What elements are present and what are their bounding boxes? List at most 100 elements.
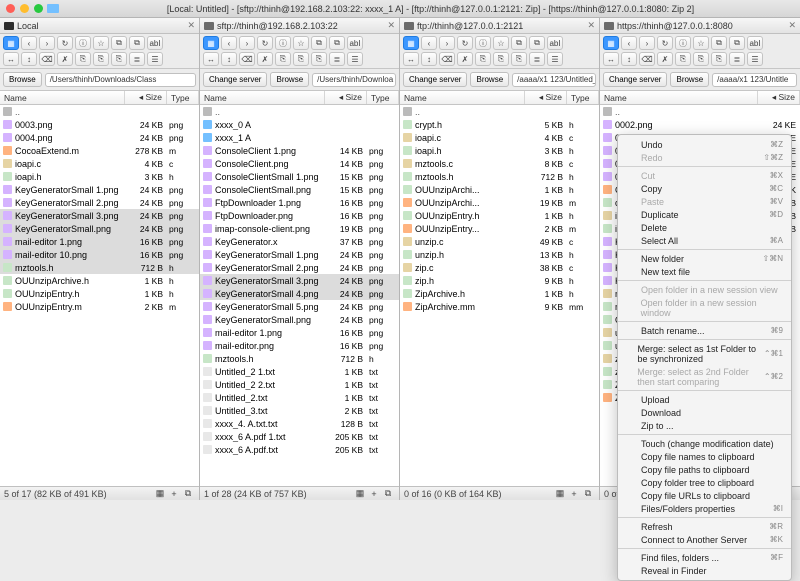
toolbar-btn-5[interactable]: ⧉ — [311, 36, 327, 50]
view-mode-button[interactable]: ▦ — [403, 36, 419, 50]
file-list[interactable]: ..0003.png24 KBpng0004.png24 KBpngCocoaE… — [0, 105, 199, 486]
file-row[interactable]: mail-editor 10.png16 KBpng — [0, 248, 199, 261]
view-mode-button[interactable]: ▦ — [603, 36, 619, 50]
column-header-row[interactable]: Name◂ SizeType — [200, 91, 399, 105]
file-row[interactable]: ConsoleClient 1.png14 KBpng — [200, 144, 399, 157]
toolbar-btn2-3[interactable]: ✗ — [57, 52, 73, 66]
toolbar-btn2-0[interactable]: ↔ — [603, 52, 619, 66]
status-btn-3[interactable]: ⧉ — [181, 488, 195, 499]
path-field[interactable]: /Users/thinh/Downloads/Class — [45, 73, 196, 87]
toolbar-btn-2[interactable]: ↻ — [657, 36, 673, 50]
path-field[interactable]: /aaaa/x1 123/Untitle — [712, 73, 797, 87]
file-row[interactable]: KeyGeneratorSmall 1.png24 KBpng — [200, 248, 399, 261]
column-header-row[interactable]: Name◂ Size — [600, 91, 800, 105]
toolbar-btn-7[interactable]: abI — [547, 36, 563, 50]
toolbar-btn2-4[interactable]: ⎘ — [75, 52, 91, 66]
toolbar-btn2-7[interactable]: ≣ — [329, 52, 345, 66]
file-row[interactable]: KeyGeneratorSmall 3.png24 KBpng — [0, 209, 199, 222]
status-btn-3[interactable]: ⧉ — [381, 488, 395, 499]
file-row[interactable]: mail-editor 1.png16 KBpng — [200, 326, 399, 339]
toolbar-btn-3[interactable]: ⓘ — [475, 36, 491, 50]
menu-item[interactable]: Copy file names to clipboard — [618, 450, 791, 463]
status-btn-2[interactable]: + — [567, 489, 581, 499]
menu-item[interactable]: Copy⌘C — [618, 182, 791, 195]
path-button[interactable]: Browse — [3, 72, 42, 87]
col-name[interactable]: Name — [600, 91, 758, 104]
file-row[interactable]: zip.c38 KBc — [400, 261, 599, 274]
col-name[interactable]: Name — [0, 91, 125, 104]
file-row[interactable]: ioapi.h3 KBh — [400, 144, 599, 157]
toolbar-btn2-5[interactable]: ⎘ — [493, 52, 509, 66]
file-row[interactable]: mztools.h712 Bh — [400, 170, 599, 183]
file-row[interactable]: KeyGeneratorSmall 2.png24 KBpng — [200, 261, 399, 274]
toolbar-btn-1[interactable]: › — [439, 36, 455, 50]
toolbar-btn2-0[interactable]: ↔ — [403, 52, 419, 66]
file-list[interactable]: ..crypt.h5 KBhioapi.c4 KBcioapi.h3 KBhmz… — [400, 105, 599, 486]
pane-tab[interactable]: sftp://thinh@192.168.2.103:22✕ — [200, 18, 399, 34]
file-row[interactable]: OUUnzipEntry.h1 KBh — [0, 287, 199, 300]
file-row[interactable]: KeyGeneratorSmall.png24 KBpng — [200, 313, 399, 326]
file-row[interactable]: mztools.h712 Bh — [0, 261, 199, 274]
menu-item[interactable]: Download — [618, 406, 791, 419]
toolbar-btn-4[interactable]: ☆ — [93, 36, 109, 50]
col-name[interactable]: Name — [200, 91, 325, 104]
close-window-button[interactable] — [6, 4, 15, 13]
toolbar-btn-3[interactable]: ⓘ — [275, 36, 291, 50]
file-row[interactable]: Untitled_2.txt1 KBtxt — [200, 391, 399, 404]
file-row[interactable]: KeyGeneratorSmall 5.png24 KBpng — [200, 300, 399, 313]
file-row[interactable]: OUUnzipArchi...1 KBh — [400, 183, 599, 196]
toolbar-btn2-3[interactable]: ✗ — [457, 52, 473, 66]
toolbar-btn-1[interactable]: › — [39, 36, 55, 50]
file-row[interactable]: 0004.png24 KBpng — [0, 131, 199, 144]
view-mode-button[interactable]: ▦ — [3, 36, 19, 50]
pane-tab[interactable]: Local✕ — [0, 18, 199, 34]
toolbar-btn-3[interactable]: ⓘ — [675, 36, 691, 50]
path-button[interactable]: Browse — [270, 72, 309, 87]
menu-item[interactable]: Copy file URLs to clipboard — [618, 489, 791, 502]
file-row[interactable]: ZipArchive.h1 KBh — [400, 287, 599, 300]
toolbar-btn2-6[interactable]: ⎘ — [111, 52, 127, 66]
toolbar-btn-4[interactable]: ☆ — [693, 36, 709, 50]
col-type[interactable]: Type — [367, 91, 399, 104]
file-row[interactable]: OUUnzipEntry.m2 KBm — [0, 300, 199, 313]
toolbar-btn2-6[interactable]: ⎘ — [711, 52, 727, 66]
toolbar-btn-1[interactable]: › — [239, 36, 255, 50]
menu-item[interactable]: Duplicate⌘D — [618, 208, 791, 221]
file-row[interactable]: zip.h9 KBh — [400, 274, 599, 287]
status-btn-1[interactable]: ▦ — [353, 488, 367, 499]
col-size[interactable]: ◂ Size — [525, 91, 567, 104]
toolbar-btn-7[interactable]: abI — [347, 36, 363, 50]
menu-item[interactable]: Undo⌘Z — [618, 138, 791, 151]
file-row[interactable]: 0002.png24 KE — [600, 118, 800, 131]
file-row[interactable]: xxxx_0 A — [200, 118, 399, 131]
path-button[interactable]: Browse — [470, 72, 509, 87]
col-name[interactable]: Name — [400, 91, 525, 104]
menu-item[interactable]: Copy file paths to clipboard — [618, 463, 791, 476]
file-row[interactable]: FtpDownloader 1.png16 KBpng — [200, 196, 399, 209]
file-row[interactable]: mztools.h712 Bh — [200, 352, 399, 365]
file-row[interactable]: ioapi.c4 KBc — [400, 131, 599, 144]
menu-item[interactable]: New text file — [618, 265, 791, 278]
toolbar-btn2-5[interactable]: ⎘ — [293, 52, 309, 66]
toolbar-btn-7[interactable]: abI — [147, 36, 163, 50]
menu-item[interactable]: Merge: select as 1st Folder to be synchr… — [618, 342, 791, 365]
file-row[interactable]: OUUnzipArchi...19 KBm — [400, 196, 599, 209]
file-row[interactable]: unzip.c49 KBc — [400, 235, 599, 248]
menu-item[interactable]: Upload — [618, 393, 791, 406]
toolbar-btn2-6[interactable]: ⎘ — [311, 52, 327, 66]
toolbar-btn2-7[interactable]: ≣ — [129, 52, 145, 66]
file-row[interactable]: KeyGeneratorSmall 4.png24 KBpng — [200, 287, 399, 300]
toolbar-btn-2[interactable]: ↻ — [457, 36, 473, 50]
toolbar-btn-0[interactable]: ‹ — [21, 36, 37, 50]
file-row[interactable]: KeyGeneratorSmall 3.png24 KBpng — [200, 274, 399, 287]
toolbar-btn2-7[interactable]: ≣ — [529, 52, 545, 66]
column-header-row[interactable]: Name◂ SizeType — [0, 91, 199, 105]
toolbar-btn2-8[interactable]: ☰ — [547, 52, 563, 66]
status-btn-1[interactable]: ▦ — [153, 488, 167, 499]
toolbar-btn2-1[interactable]: ↕ — [21, 52, 37, 66]
toolbar-btn2-5[interactable]: ⎘ — [93, 52, 109, 66]
toolbar-btn2-3[interactable]: ✗ — [657, 52, 673, 66]
col-type[interactable]: Type — [167, 91, 199, 104]
close-tab-icon[interactable]: ✕ — [387, 20, 395, 31]
toolbar-btn2-8[interactable]: ☰ — [747, 52, 763, 66]
